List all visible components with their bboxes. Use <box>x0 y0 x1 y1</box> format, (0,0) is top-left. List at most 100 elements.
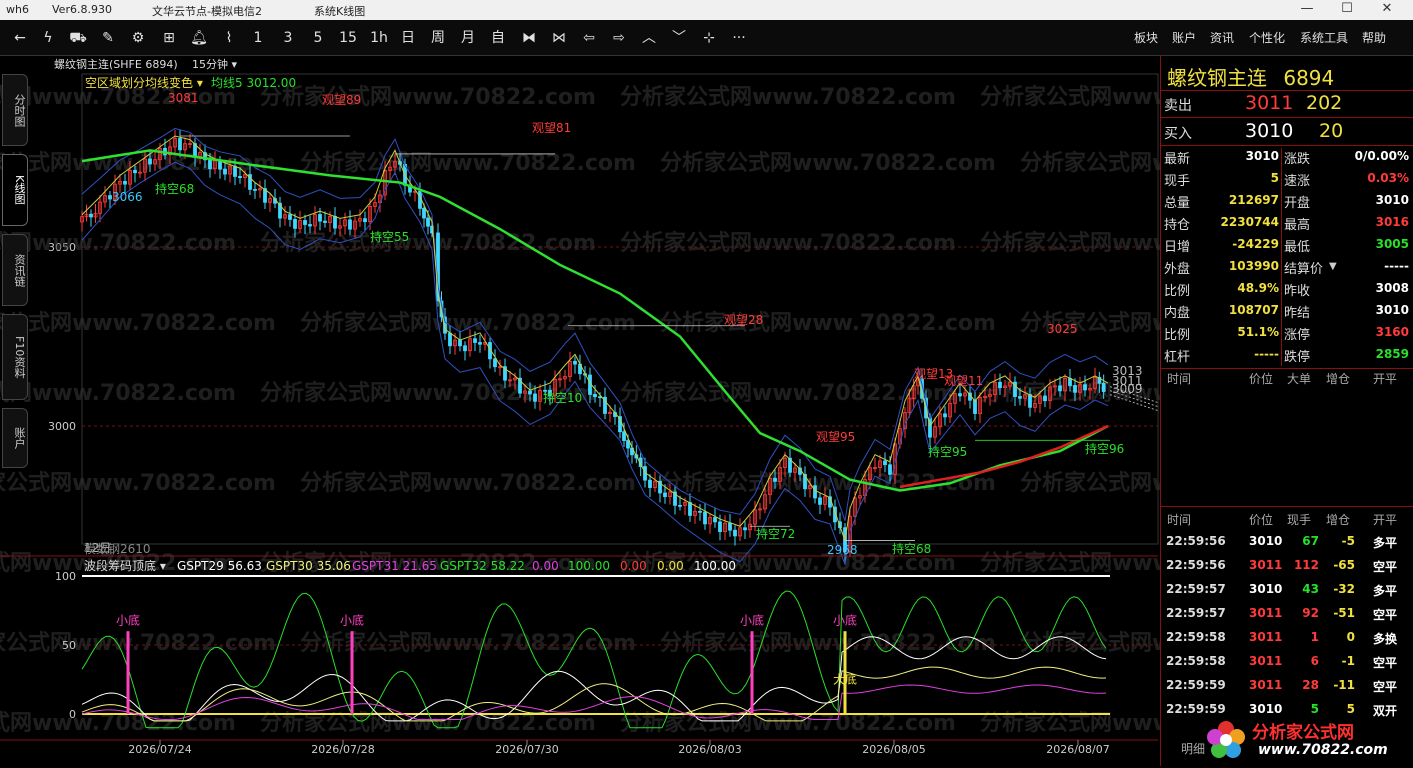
line-chart-icon[interactable]: ⌇ <box>218 28 240 48</box>
quote-label: 跌停 <box>1284 350 1311 365</box>
kline-chart[interactable]: 30503000分析家公式网www.70822.com分析家公式网www.708… <box>0 56 1160 766</box>
quote-value: 103990 <box>1228 259 1279 273</box>
candle-body <box>703 511 707 525</box>
quote-label: 涨跌 <box>1284 152 1311 167</box>
period-day[interactable]: 日 <box>398 28 418 48</box>
period-1min[interactable]: 1 <box>248 28 268 48</box>
chart-annotation: 持空96 <box>1085 441 1124 456</box>
tick-time: 22:59:58 <box>1166 654 1226 668</box>
contract-title: 螺纹钢主连 6894 <box>1167 62 1334 91</box>
tick-oi: -51 <box>1333 606 1355 620</box>
alert-bell-icon[interactable]: 🔔︎ <box>188 28 210 48</box>
close-button[interactable]: ✕ <box>1369 0 1405 20</box>
back-arrow-icon[interactable]: ← <box>10 28 30 48</box>
tick-type: 空平 <box>1373 680 1398 694</box>
chart-annotation: 持空68 <box>892 541 931 556</box>
candle-body <box>223 168 227 175</box>
menu-account[interactable]: 账户 <box>1172 29 1196 46</box>
crosshair-icon[interactable]: ⊹ <box>698 28 720 48</box>
move-down-icon[interactable]: ﹀ <box>668 28 690 48</box>
watermark-text: 分析家公式网www.70822.com <box>980 84 1160 110</box>
settings-icon[interactable]: ⚙ <box>128 28 148 48</box>
quote-label: 现手 <box>1164 174 1191 189</box>
quote-label: 杠杆 <box>1164 350 1191 365</box>
candle-body <box>1043 395 1047 402</box>
chart-annotation: 3009 <box>1112 382 1143 396</box>
move-up-icon[interactable]: ︿ <box>638 28 660 48</box>
menu-help[interactable]: 帮助 <box>1362 29 1386 46</box>
candle-body <box>733 529 737 537</box>
candle-body <box>622 431 626 441</box>
menu-news[interactable]: 资讯 <box>1210 29 1234 46</box>
candle-body <box>233 165 237 177</box>
quote-label: 比例 <box>1164 284 1191 299</box>
tick-col: 开平 <box>1373 513 1398 527</box>
subchart-tick-label: 0 <box>69 708 76 721</box>
big-order-col: 大单 <box>1287 372 1312 386</box>
tick-oi: 0 <box>1346 630 1355 644</box>
chart-annotation: 观望89 <box>322 93 361 107</box>
menu-sector[interactable]: 板块 <box>1134 29 1158 46</box>
trade-icon[interactable]: ⛟ <box>68 28 88 48</box>
quote-value: ----- <box>1384 259 1409 273</box>
zoom-out-icon[interactable]: ⋈ <box>548 28 570 48</box>
tick-price: 3011 <box>1249 606 1283 620</box>
draw-tool-icon[interactable]: ✎ <box>98 28 118 48</box>
tick-row: 22:59:58 3011 1 0 多换 <box>1161 626 1413 650</box>
tick-type: 多平 <box>1373 584 1398 598</box>
tick-volume: 92 <box>1302 606 1319 620</box>
contract-code: 6894 <box>1283 66 1335 90</box>
watermark-text: 分析家公式网www.70822.com <box>620 84 956 110</box>
scroll-left-icon[interactable]: ⇦ <box>578 28 600 48</box>
watermark-text: 分析家公式网www.70822.com <box>260 84 596 110</box>
menu-personalize[interactable]: 个性化 <box>1249 29 1285 46</box>
candle-body <box>89 213 93 218</box>
minimize-button[interactable]: — <box>1289 0 1325 20</box>
big-order-col: 价位 <box>1249 372 1274 386</box>
chevron-down-icon[interactable]: ▼ <box>1329 261 1337 272</box>
buy-volume: 20 <box>1319 120 1344 142</box>
tab-time-sharing[interactable]: 分时图 <box>2 74 28 146</box>
watermark-text: 分析家公式网www.70822.com <box>0 310 276 336</box>
zoom-in-icon[interactable]: ⧓ <box>518 28 540 48</box>
period-week[interactable]: 周 <box>428 28 448 48</box>
quote-label: 结算价 <box>1284 262 1324 277</box>
period-3min[interactable]: 3 <box>278 28 298 48</box>
watermark-text: 分析家公式网www.70822.com <box>300 470 636 496</box>
watermark-text: 分析家公式网www.70822.com <box>1020 150 1160 176</box>
sell-label: 卖出 <box>1164 98 1192 114</box>
tick-col: 价位 <box>1249 513 1274 527</box>
period-15min[interactable]: 15 <box>336 28 360 48</box>
candle-body <box>813 485 817 499</box>
quote-label: 持仓 <box>1164 218 1191 233</box>
candle-body <box>123 181 127 185</box>
indicator-name: 空区域划分均线变色 ▾ <box>85 75 203 90</box>
scroll-right-icon[interactable]: ⇨ <box>608 28 630 48</box>
period-month[interactable]: 月 <box>458 28 478 48</box>
watermark-text: 分析家公式网www.70822.com <box>1020 310 1160 336</box>
tab-f10[interactable]: F10资料 <box>2 314 28 400</box>
period-5min[interactable]: 5 <box>308 28 328 48</box>
period-1hour[interactable]: 1h <box>368 28 390 48</box>
subchart-legend: 100.00 <box>694 559 736 573</box>
flash-order-icon[interactable]: ϟ <box>38 28 58 48</box>
quote-label: 最低 <box>1284 240 1311 255</box>
menu-system-tools[interactable]: 系统工具 <box>1300 29 1348 46</box>
more-button[interactable]: ··· <box>728 28 750 48</box>
candle-body <box>1073 385 1077 393</box>
tab-account[interactable]: 账户 <box>2 408 28 468</box>
tick-type: 空平 <box>1373 560 1398 574</box>
candle-body <box>1101 382 1106 392</box>
candle-body <box>1068 378 1072 386</box>
tab-news-chain[interactable]: 资讯链 <box>2 234 28 306</box>
period-custom[interactable]: 自 <box>488 28 508 48</box>
tick-volume: 28 <box>1302 678 1319 692</box>
fullscreen-icon[interactable]: ⊞ <box>158 28 180 48</box>
quote-value: 0/0.00% <box>1354 149 1409 163</box>
chart-annotation: 观望28 <box>724 313 763 327</box>
quote-label: 外盘 <box>1164 262 1191 277</box>
tab-kline[interactable]: K线图 <box>2 154 28 226</box>
tick-col: 增仓 <box>1326 513 1351 527</box>
maximize-button[interactable]: ☐ <box>1329 0 1365 20</box>
quote-value: 212697 <box>1228 193 1279 207</box>
